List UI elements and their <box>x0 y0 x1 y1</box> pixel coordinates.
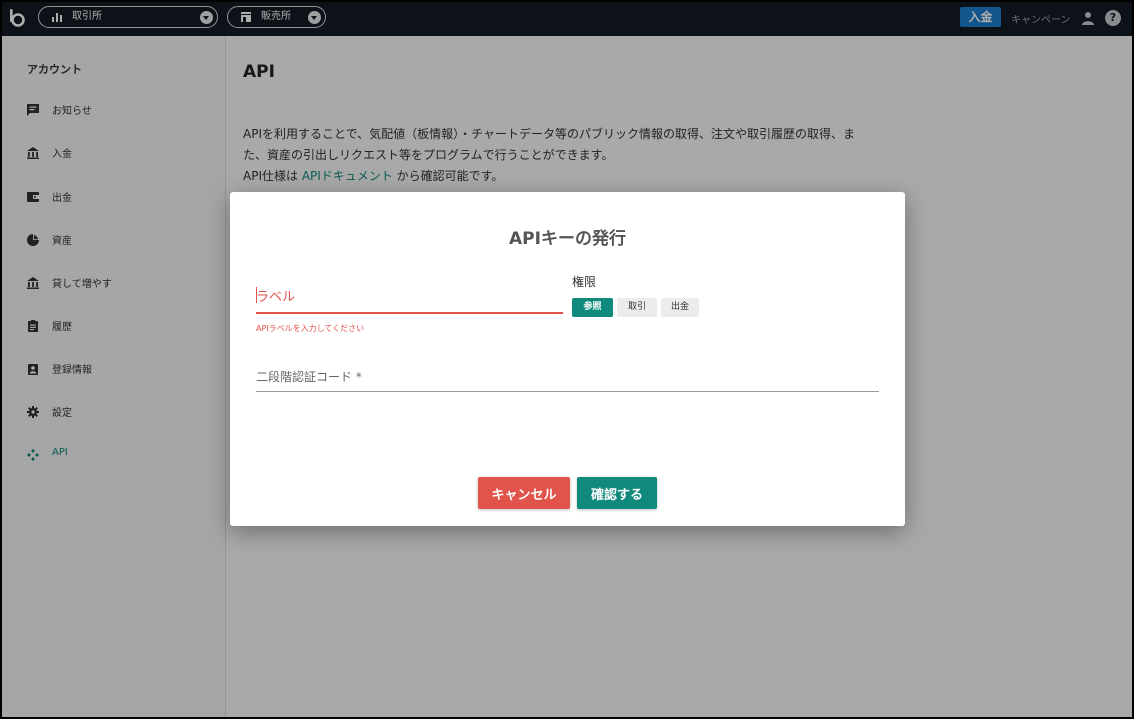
app-frame: 取引所 販売所 入金 キャンペーン ? アカウント お知らせ 入金 出金 資産 … <box>2 2 1132 717</box>
permission-read-button[interactable]: 参照 <box>572 298 613 317</box>
api-label-input[interactable] <box>256 282 563 314</box>
text-caret <box>256 287 257 303</box>
cancel-button[interactable]: キャンセル <box>478 477 570 509</box>
two-factor-code-input[interactable] <box>256 362 879 392</box>
permission-trade-button[interactable]: 取引 <box>617 298 657 317</box>
label-error-message: APIラベルを入力してください <box>256 324 365 333</box>
permission-withdraw-button[interactable]: 出金 <box>661 298 699 317</box>
permissions-title: 権限 <box>572 275 597 289</box>
dialog-title: APIキーの発行 <box>509 229 626 249</box>
confirm-button[interactable]: 確認する <box>577 477 657 509</box>
api-key-dialog: APIキーの発行 APIラベルを入力してください 権限 参照 取引 出金 キャン… <box>230 192 905 526</box>
